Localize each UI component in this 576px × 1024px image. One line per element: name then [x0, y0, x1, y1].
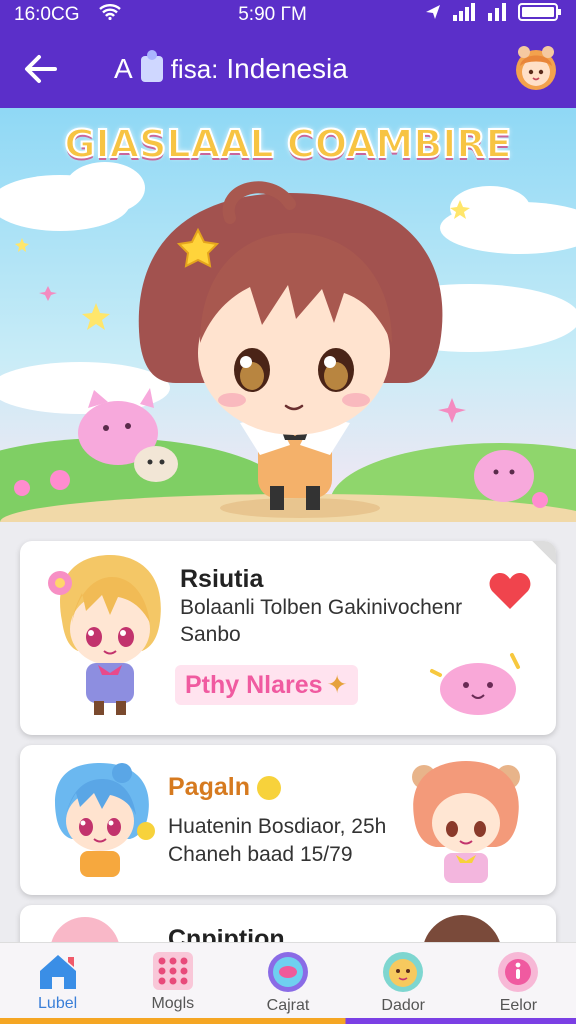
status-right [424, 2, 562, 28]
chat-bubble-icon [268, 952, 308, 992]
nav-label: Dador [381, 997, 425, 1014]
nav-label: Cajrat [266, 997, 310, 1014]
nav-label: Lubel [38, 995, 78, 1012]
location-icon [424, 3, 442, 27]
title-main: Indenesia [226, 53, 348, 84]
character-card[interactable]: Pagaln Huatenin Bosdiaor, 25h Chaneh baa… [20, 745, 556, 895]
nav-label: Mogls [151, 995, 195, 1012]
card-title: Pagaln [168, 773, 281, 802]
status-carrier: 16:0CG [14, 4, 80, 25]
title-badge-icon [140, 50, 163, 82]
title-mid: fisa: [170, 53, 219, 84]
card-desc-line2: Sanbo [180, 623, 241, 646]
character-avatar-right [412, 761, 520, 883]
heart-icon[interactable] [488, 571, 532, 611]
info-icon [498, 952, 539, 992]
character-avatar [55, 763, 155, 877]
hero-banner[interactable]: GIASLAAL COAMBIRE [0, 108, 576, 522]
wifi-icon [99, 4, 121, 26]
hero-illustration [0, 108, 576, 522]
play-tag[interactable]: Pthy Nlares ✦ [175, 665, 358, 705]
nav-item-home[interactable]: Lubel [0, 943, 115, 1024]
card-desc-line2: Chaneh baad 15/79 [168, 843, 353, 866]
nav-item-chat[interactable]: Cajrat [230, 943, 345, 1024]
nav-item-grid[interactable]: Mogls [115, 943, 230, 1024]
play-tag-label: Pthy Nlares [185, 670, 323, 699]
grid-icon [152, 952, 193, 990]
nav-label: Eelor [499, 997, 538, 1014]
title-prefix: A [114, 53, 133, 84]
back-arrow-icon [25, 55, 57, 83]
card-desc-line1: Bolaanli Tolben Gakinivochenr [180, 596, 463, 619]
card-title-text: Pagaln [168, 773, 250, 801]
status-bar: 16:0CG 5:90 ΓM [0, 0, 576, 30]
character-avatar [48, 555, 161, 715]
hero-banner-title: GIASLAAL COAMBIRE [63, 121, 512, 167]
signal-icon [452, 3, 476, 27]
character-card[interactable]: Rsiutia Bolaanli Tolben Gakinivochenr Sa… [20, 541, 556, 735]
profile-avatar[interactable] [510, 42, 562, 94]
app-bar: A fisa: Indenesia [0, 30, 576, 108]
smiley-icon [256, 776, 281, 801]
card-title: Rsiutia [180, 565, 264, 593]
nav-item-character[interactable]: Dador [346, 943, 461, 1024]
app-root: 16:0CG 5:90 ΓM A fisa: Indenesia GIASLAA… [0, 0, 576, 1024]
corner-fold-icon [532, 541, 556, 565]
bottom-nav: Lubel Mogls Cajrat Dador Eelor [0, 942, 576, 1024]
character-icon [383, 952, 424, 992]
sparkle-icon: ✦ [326, 671, 348, 699]
home-icon [39, 955, 76, 989]
card-desc-line1: Huatenin Bosdiaor, 25h [168, 815, 387, 838]
battery-icon [518, 2, 562, 28]
nav-item-info[interactable]: Eelor [461, 943, 576, 1024]
page-title: A fisa: Indenesia [114, 50, 348, 85]
signal-2-icon [486, 3, 508, 27]
status-time: 5:90 ΓM [238, 4, 307, 25]
back-button[interactable] [0, 30, 80, 108]
nav-accent-bar [0, 1018, 576, 1024]
pink-blob-mascot-icon [430, 653, 520, 715]
